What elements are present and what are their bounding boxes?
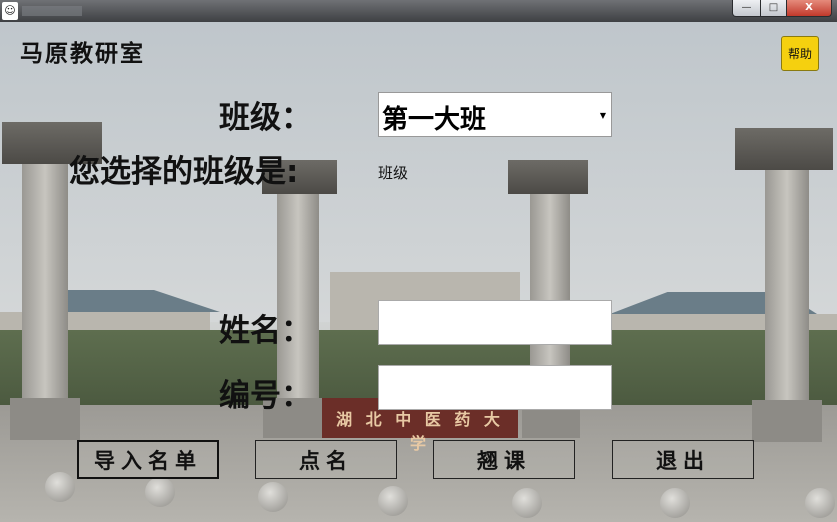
- id-field[interactable]: [378, 365, 612, 410]
- class-select-value: 第一大班: [382, 105, 487, 135]
- pillar: [22, 160, 68, 400]
- class-select[interactable]: 第一大班 ▼: [378, 92, 612, 137]
- stone-ball: [145, 477, 175, 507]
- name-label: 姓名：: [219, 313, 312, 349]
- stone-ball: [660, 488, 690, 518]
- close-button[interactable]: X: [786, 0, 832, 17]
- pillar: [765, 165, 809, 405]
- main-window: ☺ — □ X 湖 北 中 医 药 大 学 马原教研室 帮助 班级： 第一大班 …: [0, 0, 837, 522]
- pillar: [277, 190, 319, 400]
- rollcall-button[interactable]: 点名: [255, 440, 397, 479]
- name-field[interactable]: [378, 300, 612, 345]
- title-bar: ☺ — □ X: [0, 0, 837, 22]
- skip-class-button[interactable]: 翘课: [433, 440, 575, 479]
- chosen-class-value: 班级: [378, 164, 409, 182]
- maximize-button[interactable]: □: [760, 0, 787, 17]
- lab-title: 马原教研室: [20, 40, 145, 67]
- chevron-down-icon[interactable]: ▼: [600, 111, 606, 120]
- title-bar-fill: [22, 6, 82, 16]
- id-label: 编号：: [219, 378, 312, 414]
- stone-ball: [258, 482, 288, 512]
- stone-ball: [512, 488, 542, 518]
- exit-button[interactable]: 退出: [612, 440, 754, 479]
- pillar-capital: [508, 160, 588, 194]
- app-icon: ☺: [2, 2, 18, 20]
- pillar-base: [10, 398, 80, 440]
- stone-ball: [378, 486, 408, 516]
- pillar-capital: [735, 128, 833, 170]
- import-list-button[interactable]: 导入名单: [77, 440, 219, 479]
- stone-ball: [805, 488, 835, 518]
- class-label: 班级：: [219, 100, 312, 136]
- chosen-class-label: 您选择的班级是:: [69, 154, 299, 190]
- stone-ball: [45, 472, 75, 502]
- help-button[interactable]: 帮助: [781, 36, 819, 71]
- pillar-base: [752, 400, 822, 442]
- minimize-button[interactable]: —: [732, 0, 761, 17]
